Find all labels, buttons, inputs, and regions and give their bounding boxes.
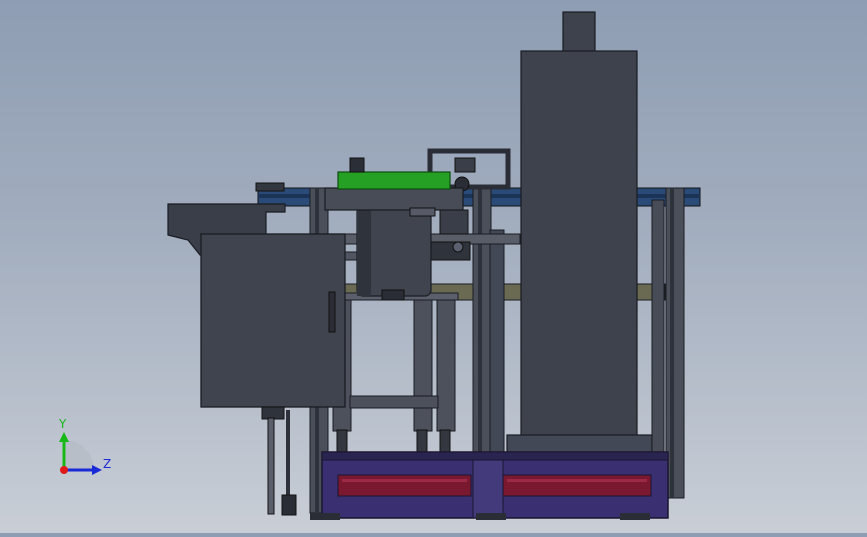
z-axis-label: Z [103,457,111,471]
center-upright-2 [489,229,505,461]
bowl-mount-bolt [381,289,405,301]
machine-model: Y Z [58,11,701,520]
bowl-drive-shade [357,206,371,296]
valve-block [439,209,469,235]
coordinate-triad: Y Z [58,417,111,475]
bowl-rim [324,187,464,211]
base-divider [472,459,504,519]
cylinder-block [429,241,471,261]
stand-leg-right [436,297,456,432]
y-axis-label: Y [58,417,67,431]
drawer-left-highlight [342,479,467,482]
drawer-left [337,474,472,497]
base-foot-right [620,513,650,520]
chute-bracket [255,182,285,192]
drawer-right-highlight [507,479,647,482]
top-motor-block [562,11,596,53]
electrical-box-hinge [328,291,336,333]
bowl-lid-green [337,171,451,190]
valve-knob [452,241,464,253]
stand-foot-mid [416,429,428,453]
tall-cabinet [520,50,638,437]
base-foot-left [310,513,340,520]
y-axis-arrow-icon [59,432,69,442]
bowl-side-tab [409,207,436,217]
z-axis-arrow-icon [92,465,102,475]
right-upright-slot [670,188,674,498]
stand-crossbar [349,395,439,409]
stand-foot-right [439,429,451,453]
triad-origin [60,466,68,474]
gantry-motor [454,157,476,173]
base-top-edge [321,451,669,461]
base-foot-mid [476,513,506,520]
drawer-right [502,474,652,497]
bowl-lid-top [349,157,365,173]
cable-bracket [261,406,285,420]
cad-viewport[interactable]: Y Z [0,0,867,533]
cable-rod [267,417,275,515]
electrical-box [200,233,346,408]
cable-end [281,494,297,516]
triad-quadrant [64,440,94,470]
stand-foot-left [336,429,348,453]
stand-leg-mid [413,297,433,432]
